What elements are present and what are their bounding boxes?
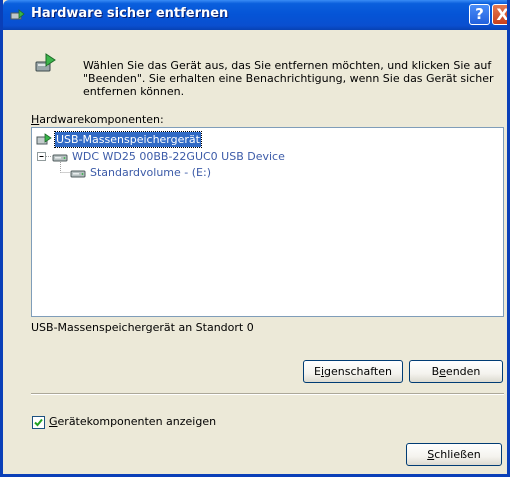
properties-button-post: genschaften (324, 365, 392, 378)
device-location-text: USB-Massenspeichergerät an Standort 0 (31, 321, 254, 334)
properties-button-pre: E (314, 365, 321, 378)
checkmark-icon (34, 418, 43, 427)
stop-button[interactable]: Beenden (409, 360, 503, 383)
tree-item-label: WDC WD25 00BB-22GUC0 USB Device (72, 150, 285, 163)
help-button[interactable]: ? (469, 4, 490, 25)
stop-button-post: enden (445, 365, 481, 378)
tree-item-label: Standardvolume - (E:) (90, 166, 211, 179)
instructions-text: Wählen Sie das Gerät aus, das Sie entfer… (83, 59, 494, 98)
safely-remove-hardware-icon (10, 9, 25, 20)
volume-icon (70, 170, 86, 178)
checkbox-label-rest: erätekomponenten anzeigen (57, 415, 217, 428)
stop-button-pre: B (431, 365, 440, 378)
hardware-tree[interactable]: USB-Massenspeichergerät WDC WD25 00BB-22… (31, 127, 504, 317)
show-device-components-checkbox[interactable] (32, 416, 45, 429)
window-title: Hardware sicher entfernen (31, 6, 229, 21)
properties-button[interactable]: Eigenschaften (303, 360, 403, 383)
usb-device-icon (36, 133, 52, 145)
show-device-components-label[interactable]: Gerätekomponenten anzeigen (49, 415, 216, 428)
tree-item-label: USB-Massenspeichergerät (54, 131, 202, 148)
disk-drive-icon (52, 154, 68, 162)
close-window-button[interactable]: X (492, 4, 507, 25)
remove-hardware-icon (35, 53, 56, 72)
title-bar[interactable]: Hardware sicher entfernen ? X (3, 0, 507, 30)
close-button-post: chließen (434, 448, 481, 461)
stop-button-accel: e (439, 365, 446, 378)
hardware-components-label: Hardwarekomponenten: (31, 113, 164, 126)
separator (31, 393, 504, 395)
hardware-label-rest: ardwarekomponenten: (39, 113, 164, 126)
safely-remove-hardware-dialog: Hardware sicher entfernen ? X Wählen Sie… (0, 0, 510, 477)
close-button[interactable]: Schließen (406, 443, 502, 466)
checkbox-label-accel: G (49, 415, 58, 428)
